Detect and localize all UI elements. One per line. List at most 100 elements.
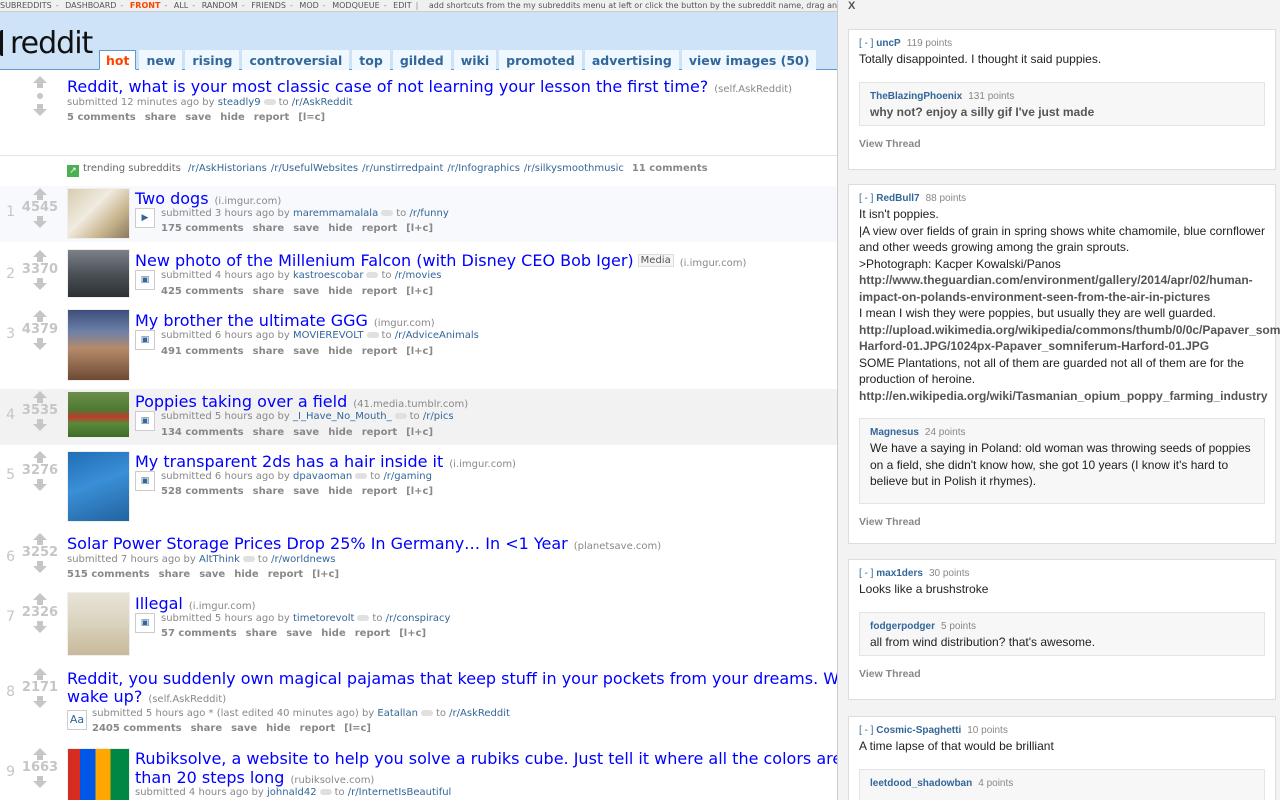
trending-sub[interactable]: /r/silkysmoothmusic <box>524 163 624 174</box>
tab-top[interactable]: top <box>352 50 390 70</box>
save-link[interactable]: save <box>293 346 319 357</box>
comments-link[interactable]: 2405 comments <box>92 723 182 734</box>
post-domain[interactable]: (planetsave.com) <box>574 541 661 552</box>
upvote-arrow-icon[interactable] <box>33 76 47 88</box>
hide-link[interactable]: hide <box>321 628 346 639</box>
tab-hot[interactable]: hot <box>99 50 137 70</box>
post-title[interactable]: My brother the ultimate GGG <box>135 311 368 330</box>
upvote-arrow-icon[interactable] <box>33 593 47 605</box>
post-title[interactable]: Solar Power Storage Prices Drop 25% In G… <box>67 534 568 553</box>
tab-promoted[interactable]: promoted <box>499 50 582 70</box>
srbar-subreddits[interactable]: SUBREDDITS <box>0 1 52 10</box>
post-title[interactable]: Reddit, you suddenly own magical pajamas… <box>67 669 837 688</box>
share-link[interactable]: share <box>246 628 278 639</box>
upvote-arrow-icon[interactable] <box>33 310 47 322</box>
report-link[interactable]: report <box>254 112 289 123</box>
upvote-arrow-icon[interactable] <box>33 748 47 760</box>
comments-link[interactable]: 5 comments <box>67 112 136 123</box>
downvote-arrow-icon[interactable] <box>33 104 47 116</box>
comment-link[interactable]: Harford-01.JPG/1024px-Papaver_somniferum… <box>859 339 1209 353</box>
srbar-random[interactable]: RANDOM <box>202 1 238 10</box>
report-link[interactable]: report <box>362 486 397 497</box>
expand-image-icon[interactable]: ▣ <box>135 613 155 633</box>
comment-author[interactable]: uncP <box>876 38 900 49</box>
comment-link[interactable]: http://en.wikipedia.org/wiki/Tasmanian_o… <box>859 389 1268 403</box>
close-panel-button[interactable]: X <box>848 0 855 12</box>
downvote-arrow-icon[interactable] <box>33 278 47 290</box>
post-thumbnail[interactable] <box>67 249 130 298</box>
view-thread-link[interactable]: View Thread <box>859 138 1265 150</box>
post-domain[interactable]: (i.imgur.com) <box>215 196 282 207</box>
user-tag-icon[interactable] <box>263 99 276 105</box>
user-tag-icon[interactable] <box>366 272 379 278</box>
comment-author[interactable]: RedBull7 <box>876 193 919 204</box>
comments-link[interactable]: 57 comments <box>161 628 237 639</box>
report-link[interactable]: report <box>300 723 335 734</box>
downvote-arrow-icon[interactable] <box>33 479 47 491</box>
hide-link[interactable]: hide <box>328 486 353 497</box>
srbar-dashboard[interactable]: DASHBOARD <box>65 1 116 10</box>
tab-controversial[interactable]: controversial <box>242 50 350 70</box>
tab-view-images[interactable]: view images (50) <box>681 50 817 70</box>
share-link[interactable]: share <box>253 346 285 357</box>
share-link[interactable]: share <box>191 723 223 734</box>
comment-link[interactable]: why not? enjoy a silly gif I've just mad… <box>870 105 1094 119</box>
hide-link[interactable]: hide <box>266 723 291 734</box>
user-tag-icon[interactable] <box>242 556 255 562</box>
expand-image-icon[interactable]: ▣ <box>135 270 155 290</box>
post-author[interactable]: timetorevolt <box>293 613 354 624</box>
hide-link[interactable]: hide <box>220 112 245 123</box>
share-link[interactable]: share <box>253 223 285 234</box>
post-domain[interactable]: (rubiksolve.com) <box>290 775 374 786</box>
downvote-arrow-icon[interactable] <box>33 216 47 228</box>
comment-author[interactable]: fodgerpodger <box>870 621 935 632</box>
post-subreddit[interactable]: /r/movies <box>395 270 442 281</box>
post-title[interactable]: Illegal <box>135 594 183 613</box>
hide-link[interactable]: hide <box>328 286 353 297</box>
upvote-arrow-icon[interactable] <box>33 250 47 262</box>
lc-link[interactable]: [l+c] <box>406 286 433 297</box>
comment-author[interactable]: TheBlazingPhoenix <box>870 91 962 102</box>
post-thumbnail[interactable] <box>67 309 130 381</box>
tab-wiki[interactable]: wiki <box>453 50 497 70</box>
expand-image-icon[interactable]: ▶ <box>135 208 155 228</box>
post-thumbnail[interactable] <box>67 748 130 800</box>
share-link[interactable]: share <box>159 569 191 580</box>
srbar-all[interactable]: ALL <box>174 1 188 10</box>
user-tag-icon[interactable] <box>381 210 394 216</box>
tab-gilded[interactable]: gilded <box>392 50 451 70</box>
downvote-arrow-icon[interactable] <box>33 419 47 431</box>
trending-sub[interactable]: /r/unstirredpaint <box>362 163 443 174</box>
collapse-toggle[interactable]: [ - ] <box>859 568 873 579</box>
comment-link[interactable]: impact-on-polands-environment-seen-from-… <box>859 290 1210 304</box>
post-title[interactable]: My transparent 2ds has a hair inside it <box>135 452 443 471</box>
comment-author[interactable]: leetdood_shadowban <box>870 778 972 789</box>
text-post-icon[interactable]: Aa <box>67 710 87 730</box>
share-link[interactable]: share <box>253 486 285 497</box>
user-tag-icon[interactable] <box>394 413 407 419</box>
downvote-arrow-icon[interactable] <box>33 776 47 788</box>
tab-rising[interactable]: rising <box>185 50 240 70</box>
post-thumbnail[interactable] <box>67 188 130 239</box>
expand-image-icon[interactable]: ▣ <box>135 471 155 491</box>
expand-image-icon[interactable]: ▣ <box>135 330 155 350</box>
lc-link[interactable]: [l+c] <box>406 486 433 497</box>
post-thumbnail[interactable] <box>67 391 130 438</box>
downvote-arrow-icon[interactable] <box>33 338 47 350</box>
post-author[interactable]: kastroescobar <box>293 270 363 281</box>
save-link[interactable]: save <box>185 112 211 123</box>
post-author[interactable]: steadly9 <box>218 97 261 108</box>
trending-comments[interactable]: 11 comments <box>632 163 708 174</box>
comments-link[interactable]: 134 comments <box>161 427 244 438</box>
lc-link[interactable]: [l+c] <box>406 223 433 234</box>
downvote-arrow-icon[interactable] <box>33 696 47 708</box>
post-subreddit[interactable]: /r/AskReddit <box>449 708 510 719</box>
srbar-mod[interactable]: MOD <box>299 1 318 10</box>
lc-link[interactable]: [l+c] <box>406 427 433 438</box>
view-thread-link[interactable]: View Thread <box>859 668 1265 680</box>
comments-link[interactable]: 515 comments <box>67 569 150 580</box>
post-thumbnail[interactable] <box>67 592 130 656</box>
upvote-arrow-icon[interactable] <box>33 391 47 403</box>
post-subreddit[interactable]: /r/InternetIsBeautiful <box>348 787 452 798</box>
view-thread-link[interactable]: View Thread <box>859 516 1265 528</box>
